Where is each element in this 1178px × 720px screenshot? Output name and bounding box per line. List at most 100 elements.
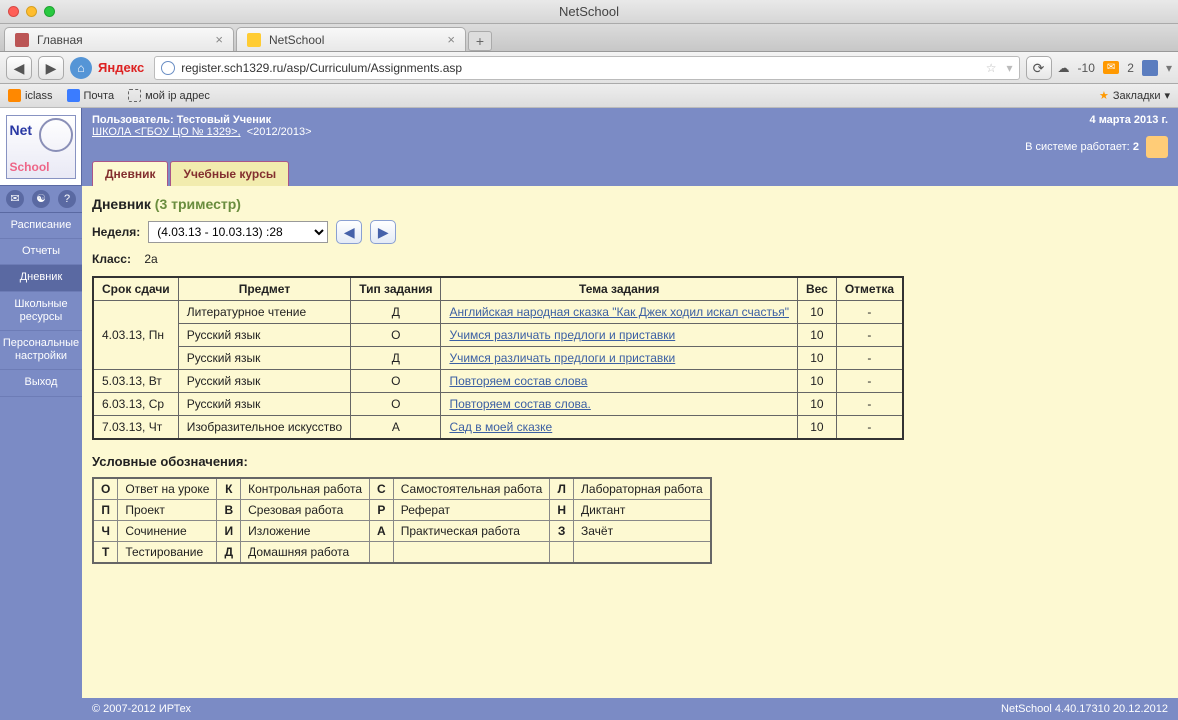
assignment-link[interactable]: Повторяем состав слова.	[449, 397, 590, 411]
weather-icon[interactable]: ☁	[1058, 61, 1070, 75]
legend-row: ППроектВСрезовая работаРРефератНДиктант	[93, 500, 711, 521]
mail-icon[interactable]: ✉	[1103, 61, 1119, 74]
globe-icon	[161, 61, 175, 75]
legend-code: Р	[370, 500, 394, 521]
bookmark-item[interactable]: Почта	[67, 89, 115, 102]
table-row: 5.03.13, ВтРусский языкОПовторяем состав…	[93, 370, 903, 393]
back-button[interactable]: ◀	[6, 56, 32, 80]
legend-desc: Лабораторная работа	[574, 478, 711, 500]
week-label: Неделя:	[92, 225, 140, 239]
cell-mark: -	[836, 347, 903, 370]
tab-diary[interactable]: Дневник	[92, 161, 168, 186]
assignment-link[interactable]: Сад в моей сказке	[449, 420, 552, 434]
home-button[interactable]: ⌂	[70, 57, 92, 79]
favicon-icon	[67, 89, 80, 102]
sidebar-item-reports[interactable]: Отчеты	[0, 239, 82, 265]
bookmark-item[interactable]: iclass	[8, 89, 53, 102]
online-label: В системе работает:	[1025, 141, 1130, 153]
current-date: 4 марта 2013 г.	[1090, 114, 1168, 126]
browser-tab[interactable]: Главная ×	[4, 27, 234, 51]
cell-subject: Русский язык	[178, 370, 351, 393]
legend-code	[550, 542, 574, 564]
legend-row: ЧСочинениеИИзложениеАПрактическая работа…	[93, 521, 711, 542]
legend-desc: Контрольная работа	[241, 478, 370, 500]
legend-code: Ч	[93, 521, 118, 542]
star-icon: ★	[1099, 89, 1109, 102]
legend-code: А	[370, 521, 394, 542]
tab-label: NetSchool	[269, 33, 324, 47]
sidebar: NetSchool ✉ ☯ ? Расписание Отчеты Дневни…	[0, 108, 82, 720]
assignment-link[interactable]: Английская народная сказка "Как Джек ход…	[449, 305, 789, 319]
sidebar-item-exit[interactable]: Выход	[0, 370, 82, 396]
reload-button[interactable]: ⟳	[1026, 56, 1052, 80]
footer-left: © 2007-2012 ИРТех	[92, 703, 191, 715]
logo[interactable]: NetSchool	[0, 108, 82, 186]
footer-right: NetSchool 4.40.17310 20.12.2012	[1001, 703, 1168, 715]
footer: © 2007-2012 ИРТех NetSchool 4.40.17310 2…	[82, 698, 1178, 720]
dropdown-icon[interactable]: ▾	[1007, 61, 1013, 75]
tab-courses[interactable]: Учебные курсы	[170, 161, 289, 186]
window-max-icon[interactable]	[44, 6, 55, 17]
sidebar-item-settings[interactable]: Персональные настройки	[0, 331, 82, 370]
window-close-icon[interactable]	[8, 6, 19, 17]
legend-code: О	[93, 478, 118, 500]
class-value: 2а	[144, 252, 157, 266]
legend-desc: Самостоятельная работа	[393, 478, 550, 500]
col-topic: Тема задания	[441, 277, 798, 301]
legend-desc: Проект	[118, 500, 217, 521]
legend-desc: Сочинение	[118, 521, 217, 542]
menu-icon[interactable]: ▾	[1166, 61, 1172, 75]
table-row: 7.03.13, ЧтИзобразительное искусствоАСад…	[93, 416, 903, 440]
legend-desc	[574, 542, 711, 564]
week-next-button[interactable]: ▶	[370, 220, 396, 244]
cell-topic: Сад в моей сказке	[441, 416, 798, 440]
bookmarks-button[interactable]: ★ Закладки ▾	[1099, 89, 1170, 102]
trimester-label: (3 триместр)	[155, 196, 241, 212]
browser-tab[interactable]: NetSchool ×	[236, 27, 466, 51]
tab-label: Главная	[37, 33, 83, 47]
new-tab-button[interactable]: +	[468, 31, 492, 51]
cell-subject: Литературное чтение	[178, 301, 351, 324]
legend-title: Условные обозначения:	[92, 454, 1168, 469]
mail-icon[interactable]: ✉	[6, 190, 24, 208]
week-prev-button[interactable]: ◀	[336, 220, 362, 244]
app-header: Пользователь: Тестовый Ученик ШКОЛА <ГБО…	[82, 108, 1178, 158]
url-text: register.sch1329.ru/asp/Curriculum/Assig…	[181, 61, 462, 75]
help-icon[interactable]: ?	[58, 190, 76, 208]
legend-desc: Диктант	[574, 500, 711, 521]
legend-code: З	[550, 521, 574, 542]
cell-mark: -	[836, 393, 903, 416]
cell-weight: 10	[797, 370, 836, 393]
assignment-link[interactable]: Повторяем состав слова	[449, 374, 587, 388]
cell-topic: Повторяем состав слова.	[441, 393, 798, 416]
sidebar-item-schedule[interactable]: Расписание	[0, 213, 82, 239]
legend-code: С	[370, 478, 394, 500]
address-input[interactable]: register.sch1329.ru/asp/Curriculum/Assig…	[154, 56, 1019, 80]
social-icon[interactable]	[1142, 60, 1158, 76]
sidebar-item-diary[interactable]: Дневник	[0, 265, 82, 291]
cell-subject: Изобразительное искусство	[178, 416, 351, 440]
search-engine-label[interactable]: Яндекс	[98, 60, 144, 75]
folder-icon	[8, 89, 21, 102]
cell-type: О	[351, 324, 441, 347]
forward-button[interactable]: ▶	[38, 56, 64, 80]
cell-weight: 10	[797, 301, 836, 324]
forum-icon[interactable]: ☯	[32, 190, 50, 208]
week-select[interactable]: (4.03.13 - 10.03.13) :28	[148, 221, 328, 243]
tab-close-icon[interactable]: ×	[447, 32, 455, 47]
table-row: Русский языкДУчимся различать предлоги и…	[93, 347, 903, 370]
legend-desc: Домашняя работа	[241, 542, 370, 564]
tab-close-icon[interactable]: ×	[215, 32, 223, 47]
assignments-table: Срок сдачи Предмет Тип задания Тема зада…	[92, 276, 904, 440]
cell-type: О	[351, 370, 441, 393]
legend-code: Д	[217, 542, 241, 564]
users-icon[interactable]	[1146, 136, 1168, 158]
star-icon[interactable]: ☆	[986, 61, 997, 75]
assignment-link[interactable]: Учимся различать предлоги и приставки	[449, 351, 675, 365]
sidebar-item-resources[interactable]: Школьные ресурсы	[0, 292, 82, 331]
window-title: NetSchool	[559, 4, 619, 19]
school-link[interactable]: ШКОЛА <ГБОУ ЦО № 1329>,	[92, 126, 241, 138]
assignment-link[interactable]: Учимся различать предлоги и приставки	[449, 328, 675, 342]
window-min-icon[interactable]	[26, 6, 37, 17]
bookmark-item[interactable]: мой ip адрес	[128, 89, 210, 102]
